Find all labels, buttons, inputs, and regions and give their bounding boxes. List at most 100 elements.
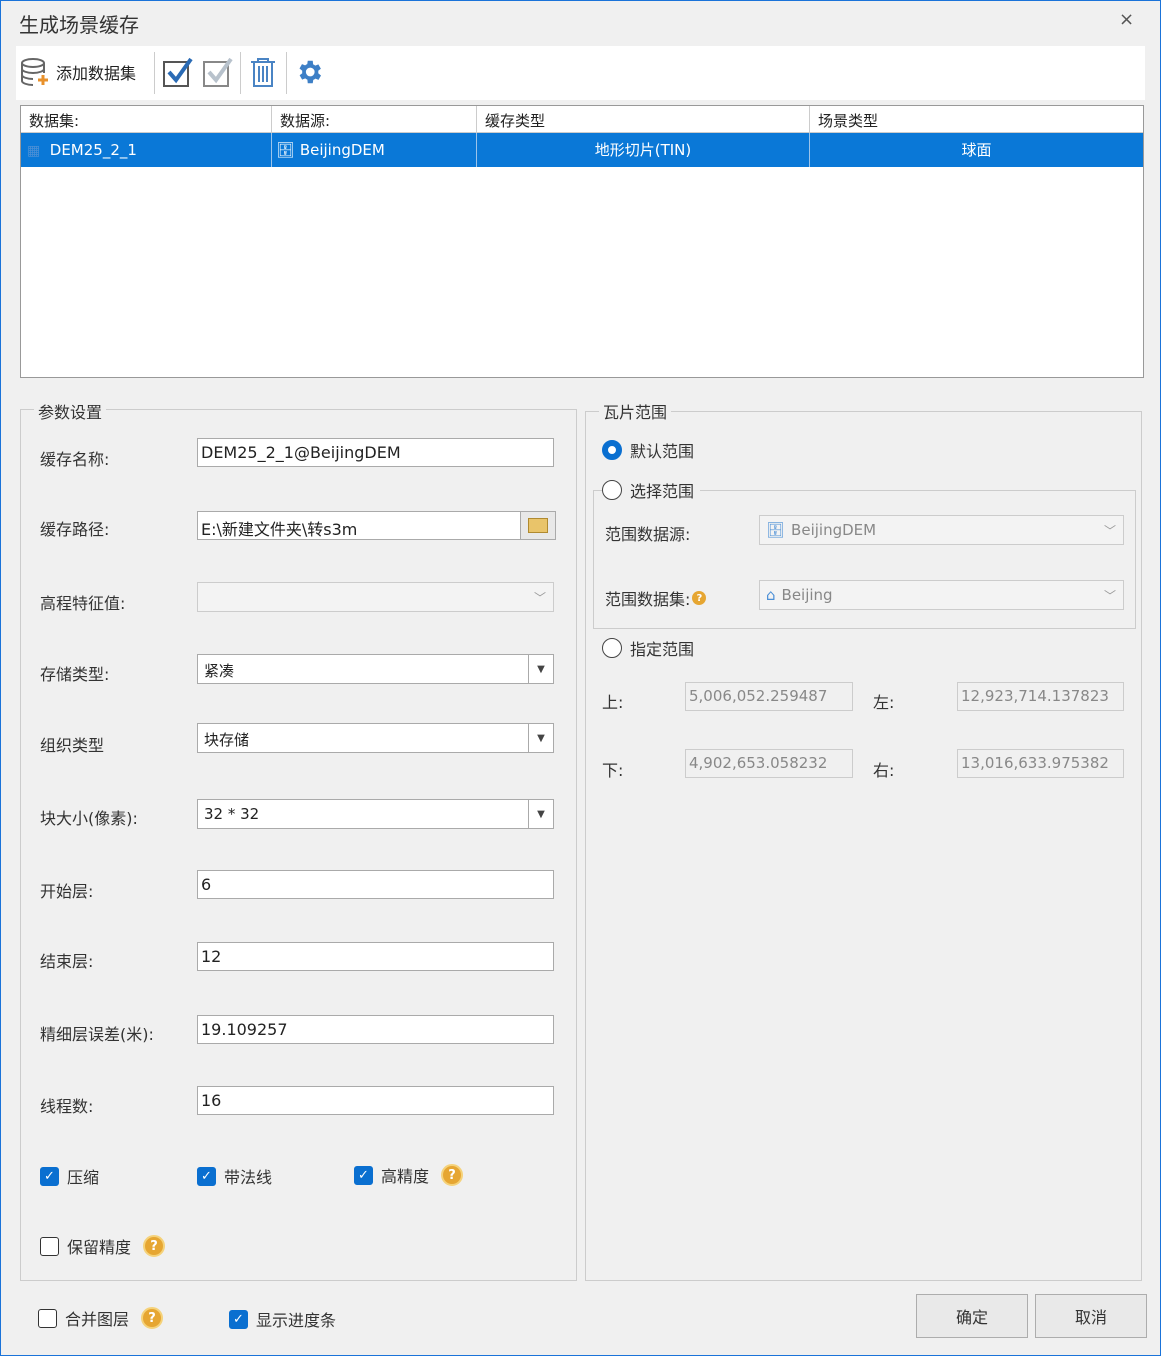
datasource-icon: 🗄 <box>276 141 296 159</box>
show-progress-label: 显示进度条 <box>256 1311 337 1330</box>
cell-cache-type[interactable]: 地形切片(TIN) <box>477 133 810 167</box>
threads-input[interactable]: 16 <box>197 1086 554 1115</box>
bottom-input[interactable]: 4,902,653.058232 <box>685 749 853 778</box>
left-label: 左: <box>873 693 895 712</box>
range-dataset-value: Beijing <box>781 586 833 604</box>
high-precision-label: 高精度 <box>381 1167 430 1186</box>
column-header-scene-type[interactable]: 场景类型 <box>810 106 1143 133</box>
check-invert-icon <box>203 57 233 87</box>
tile-range-title: 瓦片范围 <box>599 399 672 423</box>
dataset-name: DEM25_2_1 <box>49 141 137 159</box>
storage-type-select[interactable]: 紧凑 ▼ <box>197 654 554 684</box>
block-size-select[interactable]: 32 * 32 ▼ <box>197 799 554 829</box>
top-input[interactable]: 5,006,052.259487 <box>685 682 853 711</box>
close-button[interactable]: × <box>1119 9 1134 30</box>
merge-layers-checkbox[interactable]: 合并图层? <box>38 1306 164 1330</box>
dataset-table: 数据集: 数据源: 缓存类型 场景类型 ▦ DEM25_2_1 🗄 Beijin… <box>20 105 1144 378</box>
delete-button[interactable] <box>248 54 278 90</box>
dropdown-arrow-icon: ▼ <box>528 655 553 683</box>
default-range-radio[interactable]: 默认范围 <box>602 438 694 462</box>
region-icon: ⌂ <box>766 586 776 604</box>
folder-open-icon <box>528 518 548 533</box>
cache-path-label: 缓存路径: <box>40 520 110 539</box>
radio-icon <box>602 638 622 658</box>
specify-range-label: 指定范围 <box>630 640 695 659</box>
column-header-dataset[interactable]: 数据集: <box>21 106 272 133</box>
ok-button[interactable]: 确定 <box>916 1294 1028 1338</box>
range-dataset-label-wrap: 范围数据集:? <box>605 586 707 610</box>
cache-path-input[interactable]: E:\新建文件夹\转s3m <box>197 511 521 540</box>
default-range-label: 默认范围 <box>630 442 695 461</box>
left-input[interactable]: 12,923,714.137823 <box>957 682 1124 711</box>
datasource-name: BeijingDEM <box>299 141 385 159</box>
right-input[interactable]: 13,016,633.975382 <box>957 749 1124 778</box>
end-level-input[interactable]: 12 <box>197 942 554 971</box>
show-progress-checkbox[interactable]: ✓ 显示进度条 <box>229 1307 336 1331</box>
error-label: 精细层误差(米): <box>40 1025 154 1044</box>
bottom-label: 下: <box>602 761 624 780</box>
compress-label: 压缩 <box>67 1168 100 1187</box>
elevation-label: 高程特征值: <box>40 594 126 613</box>
settings-button[interactable] <box>294 54 324 90</box>
help-icon[interactable]: ? <box>441 1164 464 1186</box>
org-type-label: 组织类型 <box>40 736 105 755</box>
cell-scene-type[interactable]: 球面 <box>810 133 1143 167</box>
cancel-button[interactable]: 取消 <box>1035 1294 1147 1338</box>
cache-name-input[interactable]: DEM25_2_1@BeijingDEM <box>197 438 554 467</box>
help-icon[interactable]: ? <box>141 1307 164 1329</box>
browse-folder-button[interactable] <box>520 511 556 540</box>
range-datasource-value: BeijingDEM <box>791 521 877 539</box>
checkbox-box <box>38 1308 57 1328</box>
database-add-icon <box>21 58 48 86</box>
threads-label: 线程数: <box>40 1097 94 1116</box>
column-header-cache-type[interactable]: 缓存类型 <box>477 106 810 133</box>
dropdown-arrow-icon: ▼ <box>528 800 553 828</box>
check-icon: ✓ <box>229 1309 248 1329</box>
storage-type-value: 紧凑 <box>204 662 235 680</box>
select-all-button[interactable] <box>162 54 194 90</box>
chevron-down-icon: ﹀ <box>533 590 546 605</box>
end-level-label: 结束层: <box>40 952 94 971</box>
normals-label: 带法线 <box>224 1168 273 1187</box>
cache-name-label: 缓存名称: <box>40 450 110 469</box>
toolbar: 添加数据集 <box>16 46 1145 100</box>
keep-precision-label: 保留精度 <box>67 1238 132 1257</box>
normals-checkbox[interactable]: ✓ 带法线 <box>197 1164 272 1188</box>
radio-selected-icon <box>602 440 622 460</box>
checkbox-box <box>40 1236 59 1256</box>
add-dataset-button[interactable]: 添加数据集 <box>20 54 136 90</box>
high-precision-checkbox[interactable]: ✓ 高精度? <box>354 1163 464 1187</box>
error-input[interactable]: 19.109257 <box>197 1015 554 1044</box>
range-datasource-label: 范围数据源: <box>605 525 691 544</box>
gear-icon <box>299 60 321 84</box>
table-row[interactable]: ▦ DEM25_2_1 🗄 BeijingDEM 地形切片(TIN) 球面 <box>21 133 1143 167</box>
add-dataset-label: 添加数据集 <box>56 64 137 83</box>
dialog-title: 生成场景缓存 <box>19 13 139 37</box>
elevation-select[interactable]: ﹀ <box>197 582 554 612</box>
cell-dataset: ▦ DEM25_2_1 <box>21 133 272 167</box>
help-icon[interactable]: ? <box>692 591 707 605</box>
start-level-input[interactable]: 6 <box>197 870 554 899</box>
dropdown-arrow-icon: ▼ <box>528 724 553 752</box>
org-type-value: 块存储 <box>204 731 250 749</box>
params-title: 参数设置 <box>34 399 107 423</box>
range-dataset-select[interactable]: ⌂ Beijing ﹀ <box>759 580 1124 610</box>
invert-select-button[interactable] <box>202 54 234 90</box>
chevron-down-icon: ﹀ <box>1103 588 1116 603</box>
datasource-icon: 🗄 <box>766 521 786 539</box>
keep-precision-checkbox[interactable]: 保留精度? <box>40 1234 166 1258</box>
cell-datasource: 🗄 BeijingDEM <box>272 133 477 167</box>
start-level-label: 开始层: <box>40 882 94 901</box>
merge-layers-label: 合并图层 <box>65 1310 130 1329</box>
compress-checkbox[interactable]: ✓ 压缩 <box>40 1164 99 1188</box>
help-icon[interactable]: ? <box>143 1235 166 1257</box>
column-header-datasource[interactable]: 数据源: <box>272 106 477 133</box>
range-dataset-label: 范围数据集: <box>605 590 691 609</box>
check-icon: ✓ <box>354 1165 373 1185</box>
specify-range-radio[interactable]: 指定范围 <box>602 636 694 660</box>
org-type-select[interactable]: 块存储 ▼ <box>197 723 554 753</box>
grid-dataset-icon: ▦ <box>27 143 41 159</box>
right-label: 右: <box>873 761 895 780</box>
select-range-radio[interactable]: 选择范围 <box>602 478 701 502</box>
range-datasource-select[interactable]: 🗄 BeijingDEM ﹀ <box>759 515 1124 545</box>
